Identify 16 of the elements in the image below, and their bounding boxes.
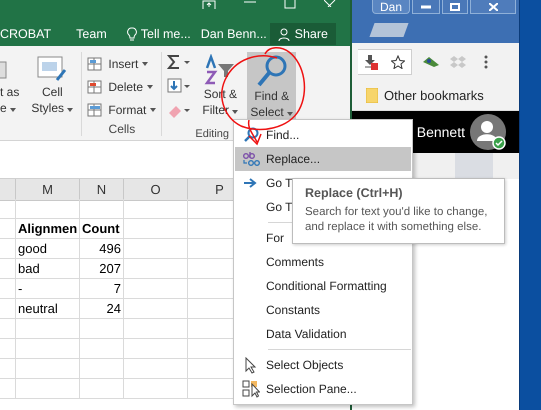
table-cell: 207 <box>80 259 124 279</box>
table-cell: bad <box>16 259 80 279</box>
table-cell: 24 <box>80 299 124 319</box>
table-cell: Alignmen <box>16 219 80 239</box>
tooltip-title: Replace (Ctrl+H) <box>305 186 404 200</box>
table-cell: - <box>16 279 80 299</box>
table-cell: neutral <box>16 299 80 319</box>
user-name: Dan Benn... <box>200 27 267 41</box>
tooltip-text: Search for text you'd like to change, and replace it with something else. <box>305 205 488 235</box>
table-cell: Count <box>80 219 124 239</box>
table-cell: 7 <box>80 279 124 299</box>
table-cell: good <box>16 239 80 259</box>
group-label: Editing <box>195 128 230 140</box>
table-cell: 496 <box>80 239 124 259</box>
account-name: Bennett <box>416 124 465 140</box>
group-label: Cells <box>108 122 136 136</box>
